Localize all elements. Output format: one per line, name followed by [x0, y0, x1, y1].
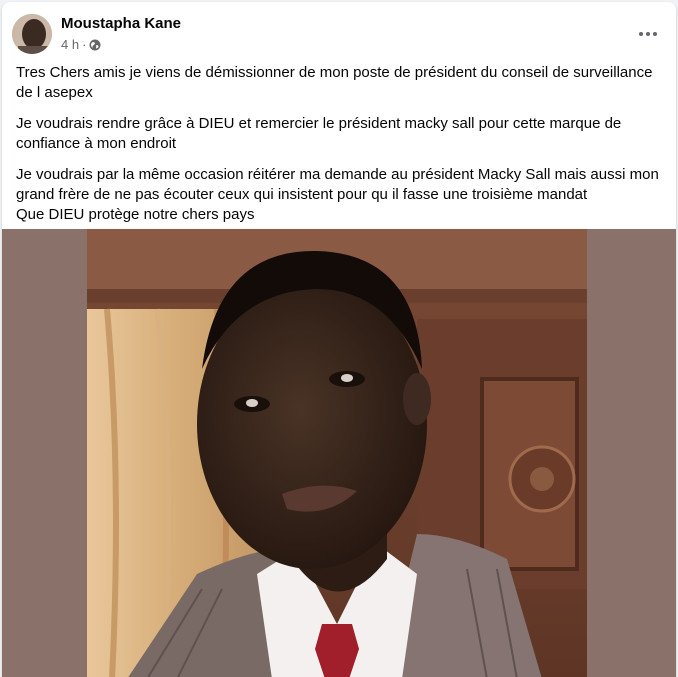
post-meta: 4 h · — [61, 37, 101, 52]
post-paragraph: Tres Chers amis je viens de démissionner… — [16, 64, 653, 101]
avatar-image — [12, 14, 52, 54]
post-paragraph: Que DIEU protège notre chers pays — [16, 206, 255, 223]
post-header: Moustapha Kane 4 h · — [2, 2, 676, 62]
post-paragraph: Je voudrais rendre grâce à DIEU et remer… — [16, 115, 622, 152]
more-horizontal-icon — [639, 32, 657, 36]
globe-icon — [89, 39, 101, 51]
post-card: Moustapha Kane 4 h · Tres Chers amis je … — [2, 2, 676, 677]
more-options-button[interactable] — [630, 16, 666, 52]
post-photo-container[interactable] — [2, 229, 676, 677]
post-text: Tres Chers amis je viens de démissionner… — [16, 63, 666, 225]
meta-separator: · — [82, 37, 87, 52]
author-avatar[interactable] — [12, 14, 52, 54]
post-paragraph: Je voudrais par la même occasion réitére… — [16, 166, 659, 203]
author-name[interactable]: Moustapha Kane — [61, 15, 181, 32]
portrait-photo — [87, 229, 587, 677]
post-photo[interactable] — [87, 229, 587, 677]
post-time[interactable]: 4 h — [61, 37, 79, 52]
